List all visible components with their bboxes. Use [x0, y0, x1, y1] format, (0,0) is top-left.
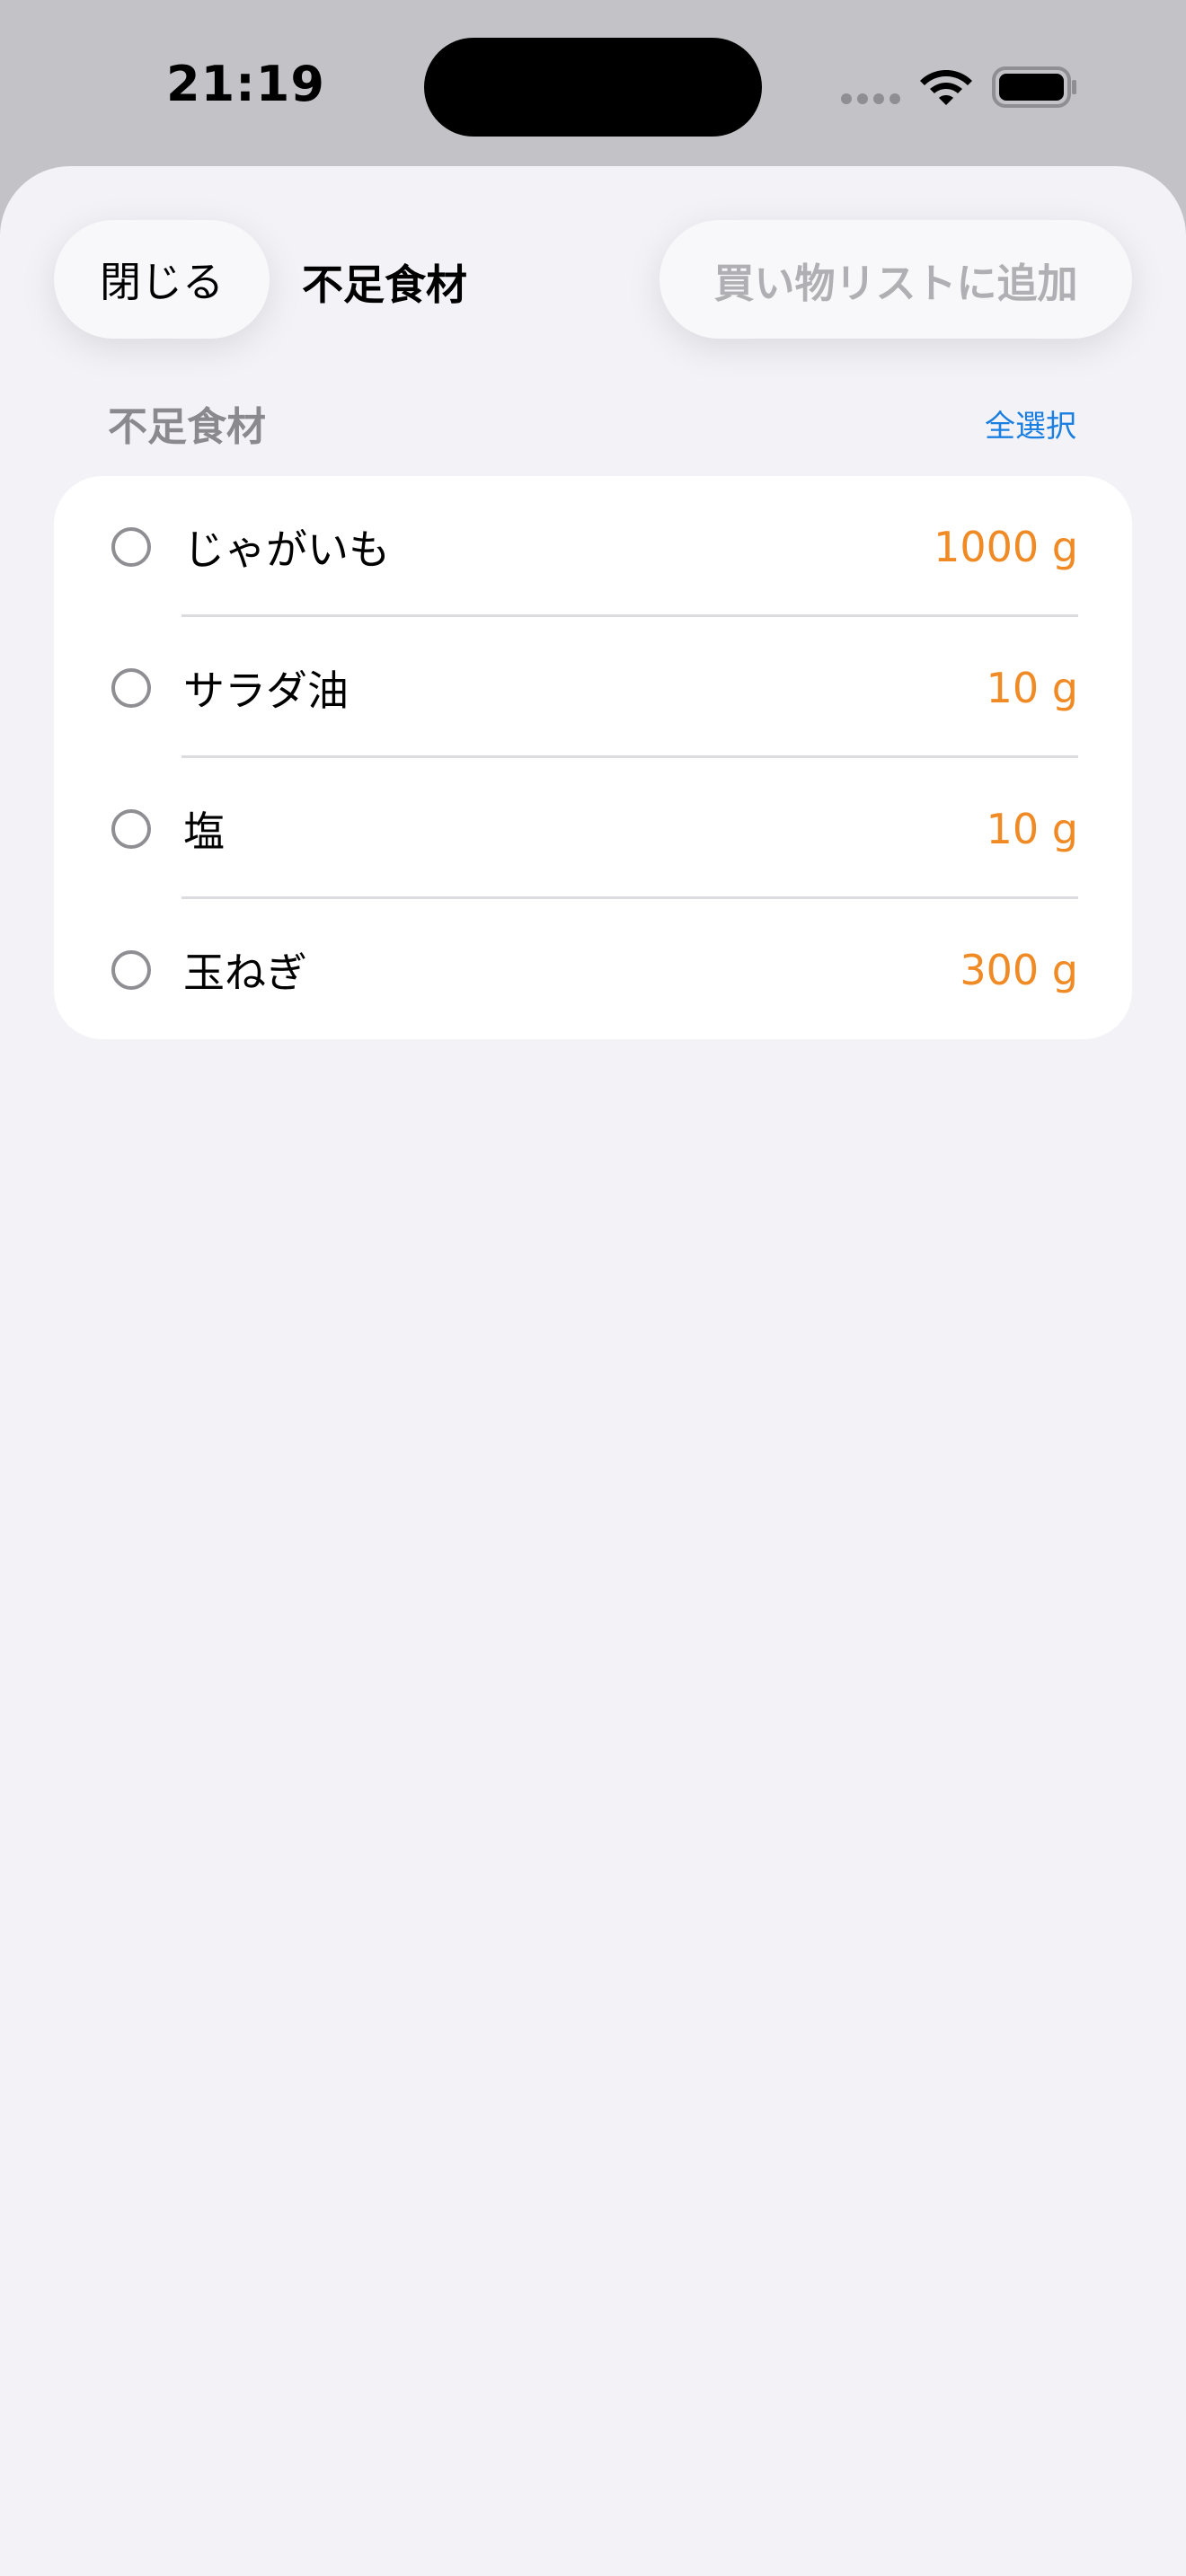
add-to-shopping-list-button[interactable]: 買い物リストに追加 [659, 220, 1132, 339]
checkbox-circle-icon[interactable] [111, 526, 151, 567]
section-header: 不足食材 [108, 404, 266, 450]
screen: 21:19 閉じる 不足食材 買い物リストに追加 不足食材 全選択 じゃがいも … [0, 0, 1186, 2576]
ingredient-name: 玉ねぎ [183, 948, 307, 997]
sheet-title: 不足食材 [302, 260, 467, 309]
battery-icon [992, 66, 1076, 108]
status-bar: 21:19 [0, 0, 1186, 171]
ingredient-quantity: 300 g [960, 945, 1078, 994]
status-time: 21:19 [166, 56, 325, 112]
dynamic-island [424, 38, 762, 137]
list-item[interactable]: じゃがいも 1000 g [54, 476, 1132, 617]
checkbox-circle-icon[interactable] [111, 808, 151, 849]
missing-ingredients-sheet: 閉じる 不足食材 買い物リストに追加 不足食材 全選択 じゃがいも 1000 g… [0, 166, 1186, 2576]
ingredient-name: じゃがいも [183, 525, 390, 574]
list-item[interactable]: サラダ油 10 g [54, 617, 1132, 758]
ingredient-quantity: 10 g [986, 663, 1078, 712]
list-item[interactable]: 塩 10 g [54, 758, 1132, 899]
list-item[interactable]: 玉ねぎ 300 g [54, 899, 1132, 1039]
ingredient-name: サラダ油 [183, 666, 349, 715]
checkbox-circle-icon[interactable] [111, 667, 151, 708]
wifi-icon [920, 70, 972, 105]
ingredient-name: 塩 [183, 807, 225, 856]
ingredient-quantity: 10 g [986, 804, 1078, 853]
signal-icon [841, 93, 900, 104]
ingredient-list: じゃがいも 1000 g サラダ油 10 g 塩 10 g 玉ねぎ 300 g [54, 476, 1132, 1039]
checkbox-circle-icon[interactable] [111, 949, 151, 990]
select-all-button[interactable]: 全選択 [985, 401, 1076, 446]
close-button[interactable]: 閉じる [54, 220, 270, 339]
ingredient-quantity: 1000 g [934, 522, 1078, 571]
